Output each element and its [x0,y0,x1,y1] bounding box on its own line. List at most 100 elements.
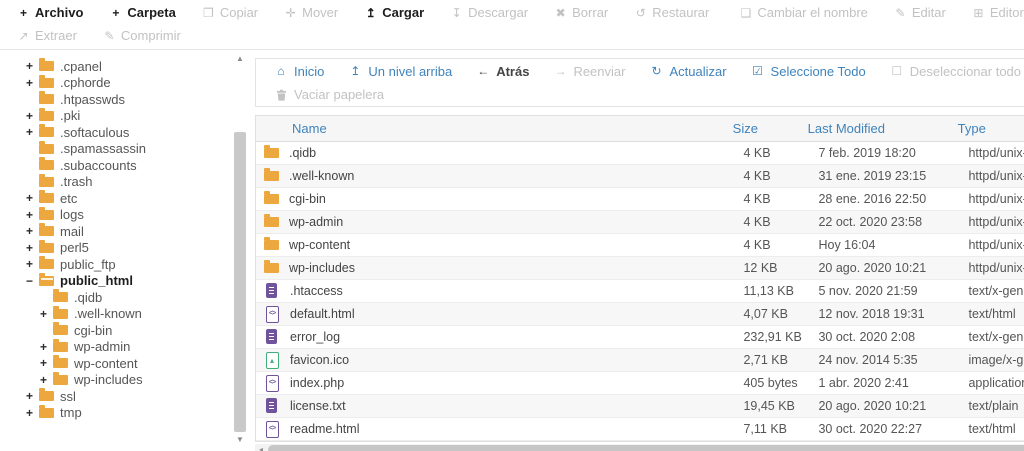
table-row-htaccess[interactable]: .htaccess11,13 KB5 nov. 2020 21:59text/x… [256,280,1024,303]
tree-item-pki[interactable]: +.pki [0,108,253,125]
table-row-readme-html[interactable]: readme.html7,11 KB30 oct. 2020 22:27text… [256,418,1024,441]
tree-item-mail[interactable]: +mail [0,223,253,240]
code-file-icon [264,421,280,437]
toolbar-button-carpeta[interactable]: +Carpeta [96,3,188,22]
toolbar-button-mover[interactable]: ✛Mover [271,3,351,22]
tree-item-public-html[interactable]: −public_html [0,273,253,290]
tree-item-etc[interactable]: +etc [0,190,253,207]
table-row-wp-admin[interactable]: wp-admin4 KB22 oct. 2020 23:58httpd/unix… [256,211,1024,234]
text-file-icon [264,283,280,299]
column-header-last-modified[interactable]: Last Modified [808,121,958,136]
scrollbar-thumb[interactable] [268,445,1024,451]
nav-button-vaciar-papelera[interactable]: Vaciar papelera [262,85,396,104]
nav-button-reenviar[interactable]: →Reenviar [541,62,637,81]
file-name: favicon.ico [290,353,349,367]
copy-icon: ❐ [202,6,215,20]
expand-icon[interactable]: + [40,340,53,354]
button-label: Descargar [468,5,528,20]
folder-icon [53,375,68,385]
expand-icon[interactable]: + [40,307,53,321]
expand-icon[interactable]: + [40,373,53,387]
expand-icon[interactable]: + [26,59,39,73]
cell-name: default.html [256,306,743,322]
nav-button-seleccione-todo[interactable]: ☑Seleccione Todo [739,62,878,81]
expand-icon[interactable]: + [26,389,39,403]
table-row-wp-content[interactable]: wp-content4 KBHoy 16:04httpd/unix-direct… [256,234,1024,257]
tree-item-public-ftp[interactable]: +public_ftp [0,256,253,273]
button-label: Atrás [496,64,529,79]
tree-item-ssl[interactable]: +ssl [0,388,253,405]
toolbar-button-archivo[interactable]: +Archivo [4,3,96,22]
nav-button-un-nivel-arriba[interactable]: ↥Un nivel arriba [336,62,464,81]
toolbar-button-borrar[interactable]: ✖Borrar [541,3,621,22]
toolbar-button-cambiar-el-nombre[interactable]: ❏Cambiar el nombre [726,3,881,22]
tree-item-cphorde[interactable]: +.cphorde [0,75,253,92]
tree-item-softaculous[interactable]: +.softaculous [0,124,253,141]
expand-icon[interactable]: + [40,356,53,370]
expand-icon[interactable]: + [26,257,39,271]
nav-button-inicio[interactable]: ⌂Inicio [262,62,336,81]
expand-icon[interactable]: + [26,406,39,420]
scroll-down-icon[interactable]: ▼ [233,435,247,445]
table-row-index-php[interactable]: index.php405 bytes1 abr. 2020 2:41applic… [256,372,1024,395]
tree-item-wp-admin[interactable]: +wp-admin [0,339,253,356]
expand-icon[interactable]: + [26,125,39,139]
folder-icon [39,210,54,220]
top-toolbar: +Archivo+Carpeta❐Copiar✛Mover↥Cargar↧Des… [0,0,1024,50]
table-row-well-known[interactable]: .well-known4 KB31 ene. 2019 23:15httpd/u… [256,165,1024,188]
button-label: Editor de HTML [990,5,1024,20]
table-horizontal-scrollbar[interactable]: ◂ ▸ [255,444,1024,451]
toolbar-button-cargar[interactable]: ↥Cargar [351,3,437,22]
tree-item-htpasswds[interactable]: .htpasswds [0,91,253,108]
expand-icon[interactable]: + [26,191,39,205]
tree-item-spamassassin[interactable]: .spamassassin [0,141,253,158]
toolbar-button-editor-de-html[interactable]: ⊞Editor de HTML [959,3,1024,22]
toolbar-button-editar[interactable]: ✎Editar [881,3,959,22]
expand-icon[interactable]: + [26,208,39,222]
toolbar-button-copiar[interactable]: ❐Copiar [189,3,271,22]
table-row-default-html[interactable]: default.html4,07 KB12 nov. 2018 19:31tex… [256,303,1024,326]
tree-item-tmp[interactable]: +tmp [0,405,253,422]
tree-item-well-known[interactable]: +.well-known [0,306,253,323]
folder-icon [39,111,54,121]
scrollbar-thumb[interactable] [234,132,246,432]
table-row-wp-includes[interactable]: wp-includes12 KB20 ago. 2020 10:21httpd/… [256,257,1024,280]
toolbar-button-extraer[interactable]: ↗Extraer [4,26,90,45]
cell-type: text/x-generic [968,284,1024,298]
sidebar-scrollbar[interactable]: ▲ ▼ [233,54,247,445]
table-row-license-txt[interactable]: license.txt19,45 KB20 ago. 2020 10:21tex… [256,395,1024,418]
expand-icon[interactable]: + [26,224,39,238]
scroll-up-icon[interactable]: ▲ [233,54,247,64]
tree-item-cpanel[interactable]: +.cpanel [0,58,253,75]
column-header-size[interactable]: Size [733,121,808,136]
folder-icon [264,148,279,158]
tree-item-cgi-bin[interactable]: cgi-bin [0,322,253,339]
toolbar-button-restaurar[interactable]: ↺Restaurar [621,3,722,22]
column-header-type[interactable]: Type [958,121,1024,136]
tree-item-subaccounts[interactable]: .subaccounts [0,157,253,174]
toolbar-button-descargar[interactable]: ↧Descargar [437,3,541,22]
expand-icon[interactable]: + [26,76,39,90]
table-row-cgi-bin[interactable]: cgi-bin4 KB28 ene. 2016 22:50httpd/unix-… [256,188,1024,211]
tree-item-logs[interactable]: +logs [0,207,253,224]
collapse-icon[interactable]: − [26,274,39,288]
nav-button-atr-s[interactable]: ←Atrás [464,62,541,81]
nav-button-deseleccionar-todo[interactable]: ☐Deseleccionar todo [878,62,1024,81]
table-row-qidb[interactable]: .qidb4 KB7 feb. 2019 18:20httpd/unix-dir… [256,142,1024,165]
button-label: Archivo [35,5,83,20]
tree-item-qidb[interactable]: .qidb [0,289,253,306]
tree-item-wp-content[interactable]: +wp-content [0,355,253,372]
table-row-favicon-ico[interactable]: favicon.ico2,71 KB24 nov. 2014 5:35image… [256,349,1024,372]
expand-icon[interactable]: + [26,241,39,255]
tree-item-perl5[interactable]: +perl5 [0,240,253,257]
tree-item-trash[interactable]: .trash [0,174,253,191]
scroll-left-icon[interactable]: ◂ [255,444,267,451]
toolbar-button-comprimir[interactable]: ✎Comprimir [90,26,194,45]
nav-button-actualizar[interactable]: ↻Actualizar [637,62,738,81]
table-row-error-log[interactable]: error_log232,91 KB30 oct. 2020 2:08text/… [256,326,1024,349]
expand-icon[interactable]: + [26,109,39,123]
top-toolbar-row-2: ↗Extraer✎Comprimir [4,24,1020,47]
tree-item-wp-includes[interactable]: +wp-includes [0,372,253,389]
column-header-name[interactable]: Name [256,121,733,136]
unselect-all-icon: ☐ [890,64,904,78]
